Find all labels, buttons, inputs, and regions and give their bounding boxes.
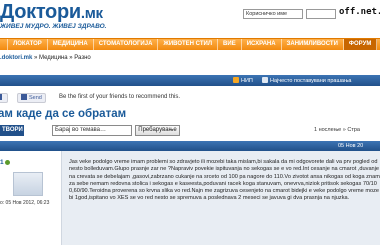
toolbar-faq[interactable]: Најчесто поставувани прашања [262,77,351,84]
main-nav: ЛОКАТОР МЕДИЦИНА СТОМАТОЛОГИЈА ЖИВОТЕН С… [0,38,380,50]
forum-toolbar: НИП Најчесто поставувани прашања [0,75,380,86]
breadcrumb-site[interactable]: .doktori.mk [0,55,32,61]
offnet-badge: off.net.mk [339,7,380,17]
rss-icon [233,77,239,83]
nav-forum[interactable]: ФОРУМ [343,39,378,50]
thread-search-input[interactable]: Барај во темава… [52,125,132,136]
nav-medicine[interactable]: МЕДИЦИНА [48,39,94,50]
thread-controls: ТВОРИ Барај во темава… Пребарување 1 нос… [0,124,380,138]
thread-title[interactable]: ам каде да се обратам [0,108,126,120]
facebook-icon [0,94,2,100]
post-author-panel: 1 о: 05 Нов 2012, 06:23 [0,151,58,245]
post-reply-button[interactable]: ТВОРИ [0,125,24,136]
breadcrumb: .doktori.mk » Медицина » Разно [0,55,91,61]
post-header: 05 Нов 20 [0,141,380,151]
results-count: 1 нослење » Стра [314,127,360,133]
site-header: Доктори.мк ЖИВЕЈ МУДРО. ЖИВЕЈ ЗДРАВО. Ко… [0,0,380,38]
post-username[interactable]: 1 [0,159,4,166]
fb-like-button[interactable] [0,93,8,103]
question-icon [262,77,268,83]
social-bar: Send Be the first of your friends to rec… [0,93,380,105]
password-field[interactable] [306,9,336,19]
nav-locator[interactable]: ЛОКАТОР [8,39,48,50]
nav-lifestyle[interactable]: ЖИВОТЕН СТИЛ [158,39,219,50]
like-prompt: Be the first of your friends to recommen… [59,94,181,100]
nav-home[interactable] [0,39,8,50]
nav-nutrition[interactable]: ИСХРАНА [242,39,282,50]
breadcrumb-path[interactable]: » Медицина » Разно [32,55,91,61]
nav-dentistry[interactable]: СТОМАТОЛОГИЈА [94,39,159,50]
facebook-icon [21,94,27,100]
search-button[interactable]: Пребарување [135,125,180,136]
site-logo[interactable]: Доктори.мк [0,2,103,24]
site-tagline: ЖИВЕЈ МУДРО. ЖИВЕЈ ЗДРАВО. [0,23,107,30]
avatar [13,172,43,196]
username-field[interactable]: Корисничко име [243,9,303,19]
join-date: о: 05 Нов 2012, 06:23 [0,200,50,206]
post-text: Jas veke podolgo vreme imam problemi so … [69,159,380,202]
post-date: 05 Нов 20 [338,143,364,149]
toolbar-rss[interactable]: НИП [233,77,253,84]
nav-you[interactable]: ВИЕ [218,39,242,50]
online-status-icon [5,160,10,165]
post-body: Jas veke podolgo vreme imam problemi so … [61,151,380,245]
fb-send-button[interactable]: Send [17,93,46,103]
nav-interesting[interactable]: ЗАНИМЛИВОСТИ [282,39,344,50]
